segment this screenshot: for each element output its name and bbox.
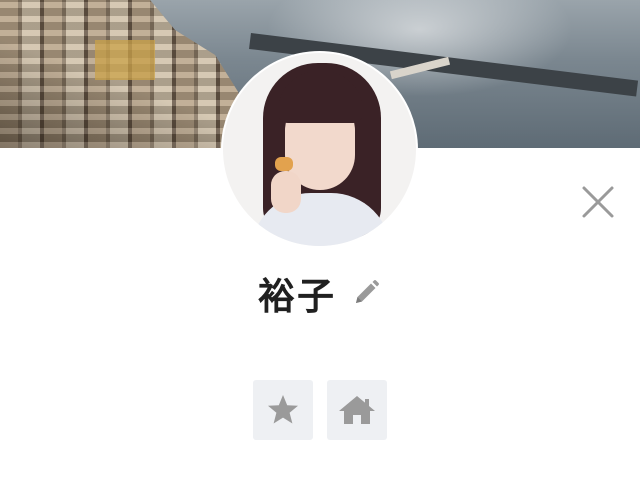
home-button[interactable] <box>327 380 387 440</box>
avatar-snack <box>275 157 293 171</box>
close-button[interactable] <box>578 182 618 222</box>
edit-name-button[interactable] <box>350 277 382 309</box>
home-icon <box>339 396 375 424</box>
profile-actions <box>0 380 640 442</box>
star-icon <box>268 395 298 424</box>
avatar-hand <box>271 171 301 213</box>
favorite-button[interactable] <box>253 380 313 440</box>
close-icon <box>582 186 614 218</box>
avatar[interactable] <box>223 53 416 246</box>
pencil-icon <box>356 280 379 303</box>
profile-name: 裕子 <box>258 275 336 318</box>
status-message <box>0 334 640 352</box>
profile-name-row: 裕子 <box>0 268 640 318</box>
cover-photo-building <box>95 40 155 80</box>
